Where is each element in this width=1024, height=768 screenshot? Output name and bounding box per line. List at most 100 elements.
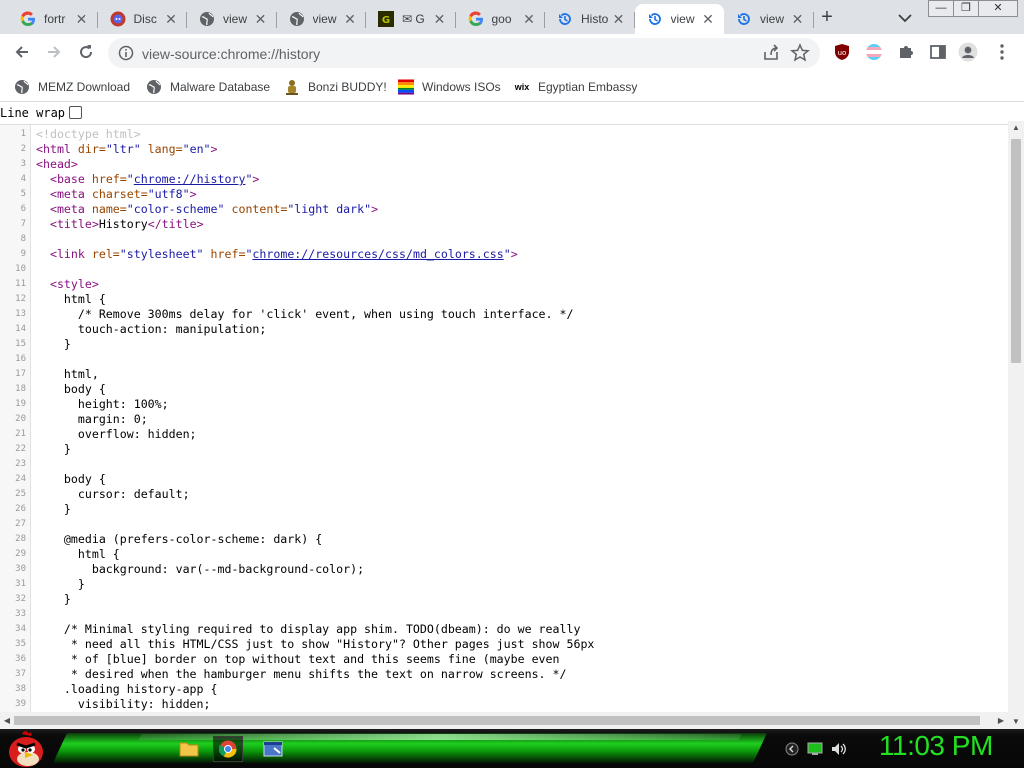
- address-bar[interactable]: view-source:chrome://history: [108, 38, 820, 68]
- bookmarks-bar: MEMZ Download Malware Database Bonzi BUD…: [0, 72, 1024, 102]
- source-line: 7 <title>History</title>: [0, 217, 1008, 232]
- line-number: 11: [15, 279, 26, 289]
- maximize-button[interactable]: ❐: [953, 0, 979, 17]
- bonzi-icon: [284, 79, 300, 95]
- tab-active[interactable]: view ✕: [634, 4, 724, 34]
- tab-search-button[interactable]: [893, 8, 917, 28]
- action-center-icon[interactable]: [807, 742, 823, 756]
- wix-icon: wix: [514, 82, 530, 92]
- tab[interactable]: view ✕: [277, 4, 366, 34]
- line-number: 26: [15, 504, 26, 514]
- bookmark-memz[interactable]: MEMZ Download: [14, 76, 130, 98]
- ublock-icon: uo: [835, 44, 849, 60]
- tab[interactable]: fortr ✕: [8, 4, 98, 34]
- taskbar-clock[interactable]: 11:03 PM: [879, 730, 993, 762]
- scroll-right-arrow-icon[interactable]: ▶: [994, 712, 1008, 729]
- minimize-button[interactable]: —: [928, 0, 954, 17]
- line-number: 15: [15, 339, 26, 349]
- new-tab-button[interactable]: +: [815, 6, 839, 30]
- taskbar-explorer-button[interactable]: [174, 736, 204, 762]
- tab[interactable]: G ✉ G ✕: [366, 4, 456, 34]
- extensions-button[interactable]: [896, 42, 916, 62]
- tab[interactable]: view ✕: [724, 4, 814, 34]
- source-line: 34 /* Minimal styling required to displa…: [0, 622, 1008, 637]
- show-hidden-icons-icon[interactable]: [785, 742, 799, 756]
- close-window-button[interactable]: ✕: [978, 0, 1018, 17]
- info-icon[interactable]: [118, 45, 134, 61]
- tab[interactable]: view ✕: [187, 4, 277, 34]
- horizontal-scrollbar[interactable]: ◀ ▶: [0, 712, 1008, 729]
- line-code: html,: [36, 367, 99, 381]
- source-line: 39 visibility: hidden;: [0, 697, 1008, 712]
- close-tab-icon[interactable]: ✕: [521, 11, 537, 27]
- back-button[interactable]: [8, 38, 36, 66]
- tab[interactable]: goo ✕: [456, 4, 545, 34]
- line-number: 34: [15, 624, 26, 634]
- close-tab-icon[interactable]: ✕: [342, 11, 358, 27]
- tab-title: goo: [491, 12, 512, 26]
- horizontal-scroll-thumb[interactable]: [14, 716, 980, 725]
- line-code: <meta charset="utf8">: [49, 187, 197, 201]
- line-code: <meta name="color-scheme" content="light…: [49, 202, 379, 216]
- start-button[interactable]: [6, 730, 46, 768]
- trans-flag-icon: [866, 44, 882, 60]
- source-line: 2 <html dir="ltr" lang="en">: [0, 142, 1008, 157]
- line-number: 12: [15, 294, 26, 304]
- tab-title: view: [312, 12, 337, 26]
- side-panel-button[interactable]: [928, 42, 948, 62]
- line-number: 28: [15, 534, 26, 544]
- globe-icon: [289, 11, 305, 27]
- chrome-menu-button[interactable]: [992, 42, 1012, 62]
- line-wrap-checkbox[interactable]: [69, 106, 83, 119]
- tab[interactable]: Histo ✕: [545, 4, 635, 34]
- scroll-up-arrow-icon[interactable]: ▲: [1008, 121, 1024, 135]
- close-tab-icon[interactable]: ✕: [432, 11, 448, 27]
- line-code: touch-action: manipulation;: [36, 322, 267, 336]
- source-line: 1 <!doctype html>: [0, 127, 1008, 142]
- bookmark-bonzi-buddy[interactable]: Bonzi BUDDY!: [284, 76, 387, 98]
- line-number: 25: [15, 489, 26, 499]
- vertical-scrollbar[interactable]: ▲ ▼: [1008, 121, 1024, 729]
- bookmark-label: MEMZ Download: [38, 80, 131, 94]
- close-tab-icon[interactable]: ✕: [700, 11, 716, 27]
- scroll-left-arrow-icon[interactable]: ◀: [0, 712, 14, 729]
- chevron-down-icon: [898, 14, 912, 23]
- pride-extension-button[interactable]: [864, 42, 884, 62]
- share-icon[interactable]: [762, 44, 780, 62]
- svg-text:G: G: [382, 15, 390, 26]
- bookmark-star-icon[interactable]: [790, 43, 810, 63]
- vertical-scroll-thumb[interactable]: [1011, 139, 1021, 363]
- bookmark-malware-database[interactable]: Malware Database: [146, 76, 270, 98]
- close-tab-icon[interactable]: ✕: [74, 11, 90, 27]
- line-number: 20: [15, 414, 26, 424]
- close-tab-icon[interactable]: ✕: [790, 11, 806, 27]
- svg-text:uo: uo: [838, 49, 847, 57]
- line-number: 9: [20, 249, 26, 259]
- volume-icon[interactable]: [831, 742, 847, 756]
- line-code: <style>: [49, 277, 99, 291]
- line-code: <base href="chrome://history">: [49, 172, 260, 186]
- tab[interactable]: Disc ✕: [98, 4, 187, 34]
- ublock-extension-button[interactable]: uo: [832, 42, 852, 62]
- google-icon: [20, 11, 36, 27]
- close-tab-icon[interactable]: ✕: [253, 11, 269, 27]
- line-wrap-toggle[interactable]: Line wrap: [0, 103, 83, 122]
- url-text[interactable]: view-source:chrome://history: [142, 46, 320, 62]
- tab-title: Disc: [133, 12, 157, 26]
- scroll-down-arrow-icon[interactable]: ▼: [1008, 715, 1024, 729]
- close-tab-icon[interactable]: ✕: [611, 11, 627, 27]
- line-code: <link rel="stylesheet" href="chrome://re…: [49, 247, 518, 261]
- close-tab-icon[interactable]: ✕: [163, 11, 179, 27]
- taskbar-chrome-button[interactable]: [213, 736, 243, 762]
- forward-button[interactable]: [40, 38, 68, 66]
- bookmark-egyptian-embassy[interactable]: wix Egyptian Embassy: [514, 76, 638, 98]
- source-lines: 1 <!doctype html> 2 <html dir="ltr" lang="e…: [0, 127, 1008, 712]
- line-number: 32: [15, 594, 26, 604]
- profile-button[interactable]: [958, 42, 978, 62]
- line-number: 5: [20, 189, 26, 199]
- taskbar-app-button[interactable]: [258, 736, 288, 762]
- tab-strip: fortr ✕ Disc ✕ view ✕ view ✕ G ✉ G ✕ goo ✕ Histo ✕ view…: [0, 0, 1024, 34]
- bookmark-windows-isos[interactable]: Windows ISOs: [398, 76, 501, 98]
- reload-button[interactable]: [72, 38, 100, 66]
- tab-title: Histo: [581, 12, 609, 26]
